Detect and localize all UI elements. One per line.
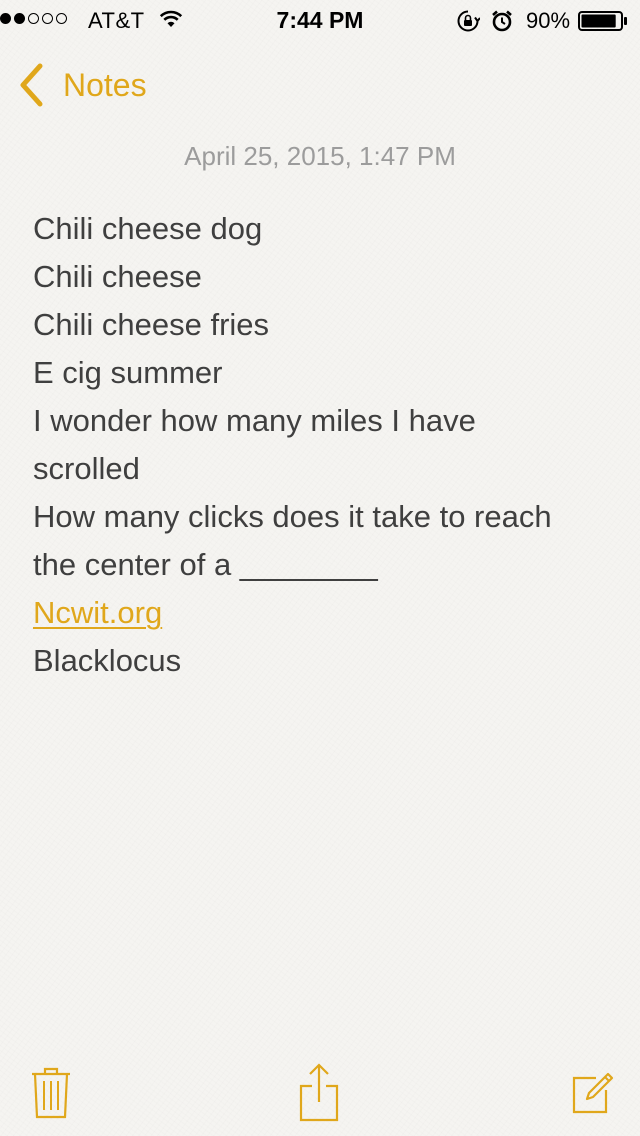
trash-icon [32,1067,70,1119]
back-to-notes-button[interactable]: Notes [14,60,147,110]
compose-note-button[interactable] [570,1068,616,1116]
chevron-left-icon [20,63,43,107]
battery-icon [578,11,628,31]
note-text-area[interactable]: Chili cheese dog Chili cheese Chili chee… [33,205,623,685]
navigation-bar: Notes [0,40,640,128]
note-line: Chili cheese [33,259,202,294]
note-line: the center of a ________ [33,547,378,582]
note-line: Chili cheese fries [33,307,270,342]
compose-icon [572,1072,614,1114]
note-line: I wonder how many miles I have [33,403,476,438]
note-line: scrolled [33,451,140,486]
share-button[interactable] [296,1062,342,1122]
note-date: April 25, 2015, 1:47 PM [184,141,456,171]
note-link-ncwit[interactable]: Ncwit.org [33,589,623,637]
note-line: Blacklocus [33,643,182,678]
note-line: Chili cheese dog [33,211,263,246]
battery-percentage: 90% [526,8,571,33]
back-button-label: Notes [63,67,147,103]
delete-note-button[interactable] [28,1064,74,1120]
rotation-lock-icon [456,9,481,39]
alarm-icon [490,9,514,39]
bottom-toolbar [0,1048,640,1136]
status-bar: AT&T 7:44 PM 90% [0,0,640,40]
share-icon [299,1063,339,1122]
note-line: How many clicks does it take to reach [33,499,552,534]
note-line: E cig summer [33,355,223,390]
